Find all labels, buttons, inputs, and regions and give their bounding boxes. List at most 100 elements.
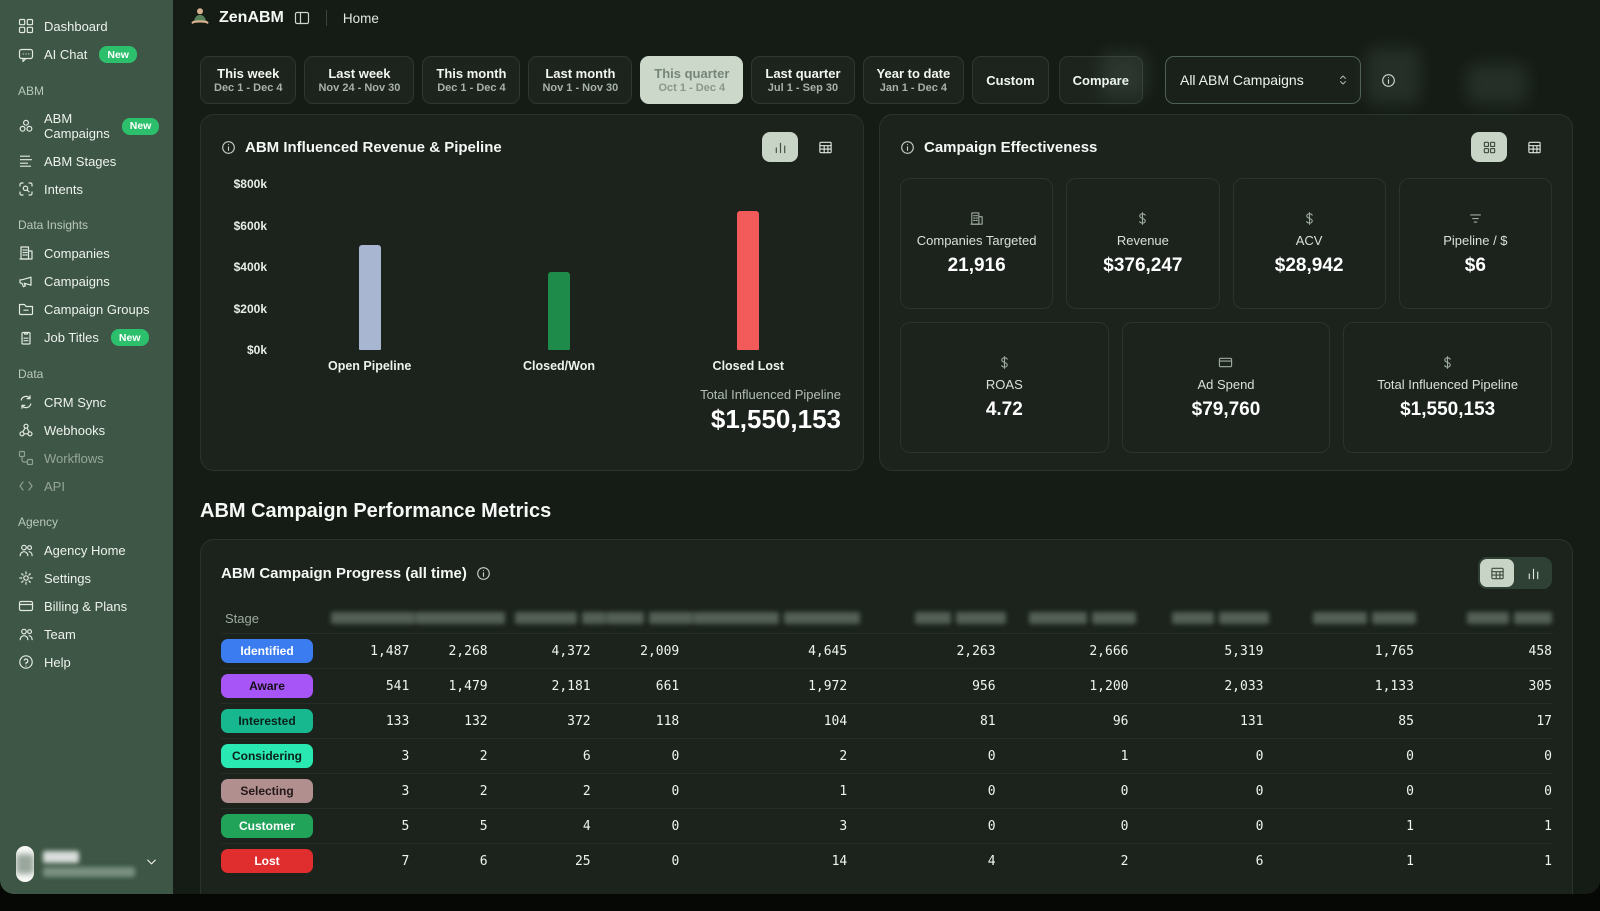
sidebar-item-intents[interactable]: Intents bbox=[16, 175, 159, 203]
sidebar-item-billing-plans[interactable]: Billing & Plans bbox=[16, 592, 159, 620]
redacted-text-block bbox=[649, 612, 693, 624]
stages-icon bbox=[18, 153, 34, 169]
sidebar-toggle-icon[interactable] bbox=[294, 10, 310, 26]
filter-this-quarter[interactable]: This quarterOct 1 - Dec 4 bbox=[640, 56, 743, 104]
metric-value: $1,550,153 bbox=[1400, 399, 1495, 421]
filter-last-week[interactable]: Last weekNov 24 - Nov 30 bbox=[304, 56, 414, 104]
filter-label: Custom bbox=[986, 73, 1034, 88]
filter-this-week[interactable]: This weekDec 1 - Dec 4 bbox=[200, 56, 296, 104]
brand-name: ZenABM bbox=[219, 9, 284, 27]
redacted-column-header bbox=[1136, 612, 1269, 624]
filter-label: This month bbox=[436, 66, 506, 81]
table-view-toggle[interactable] bbox=[807, 132, 843, 162]
stage-badge-interested[interactable]: Interested bbox=[221, 709, 313, 733]
chart-category-closed-won: Closed/Won bbox=[464, 184, 653, 373]
sidebar-item-campaigns[interactable]: Campaigns bbox=[16, 267, 159, 295]
revenue-pipeline-card: ABM Influenced Revenue & Pipeline $800k$… bbox=[200, 114, 864, 471]
filter-range: Dec 1 - Dec 4 bbox=[214, 82, 282, 94]
redacted-text-block bbox=[1219, 612, 1269, 624]
sidebar-item-label: Settings bbox=[44, 571, 91, 586]
bar-closed-lost[interactable] bbox=[737, 211, 759, 350]
stage-badge-selecting[interactable]: Selecting bbox=[221, 779, 313, 803]
metric-value: 4.72 bbox=[986, 399, 1023, 421]
filter-last-month[interactable]: Last monthNov 1 - Nov 30 bbox=[528, 56, 632, 104]
table-cell-value: 305 bbox=[1414, 679, 1552, 694]
stage-badge-aware[interactable]: Aware bbox=[221, 674, 313, 698]
filter-info-icon[interactable] bbox=[1381, 56, 1396, 104]
chart-total: Total Influenced Pipeline $1,550,153 bbox=[221, 387, 843, 435]
sidebar-item-abm-stages[interactable]: ABM Stages bbox=[16, 147, 159, 175]
filter-this-month[interactable]: This monthDec 1 - Dec 4 bbox=[422, 56, 520, 104]
sidebar-item-label: Webhooks bbox=[44, 423, 105, 438]
table-row-customer: Customer5540300011 bbox=[221, 808, 1552, 843]
grid-view-toggle[interactable] bbox=[1471, 132, 1507, 162]
sidebar-item-label: Help bbox=[44, 655, 71, 670]
sidebar-item-workflows[interactable]: Workflows bbox=[16, 444, 159, 472]
info-icon[interactable] bbox=[476, 566, 491, 581]
sidebar-item-label: Job Titles bbox=[44, 330, 99, 345]
chart-view-toggle[interactable] bbox=[762, 132, 798, 162]
table-view-toggle[interactable] bbox=[1516, 132, 1552, 162]
table-cell-value: 5 bbox=[409, 819, 487, 834]
sidebar-item-webhooks[interactable]: Webhooks bbox=[16, 416, 159, 444]
sidebar-item-companies[interactable]: Companies bbox=[16, 239, 159, 267]
table-cell-value: 6 bbox=[1129, 854, 1264, 869]
table-cell-value: 0 bbox=[996, 784, 1129, 799]
filter-year-to-date[interactable]: Year to dateJan 1 - Dec 4 bbox=[863, 56, 965, 104]
sidebar-item-api[interactable]: API bbox=[16, 472, 159, 500]
bar-open-pipeline[interactable] bbox=[359, 245, 381, 350]
redacted-text-block bbox=[606, 612, 644, 624]
info-icon[interactable] bbox=[221, 140, 236, 155]
nav-home[interactable]: Home bbox=[343, 11, 379, 26]
table-cell-value: 1 bbox=[996, 749, 1129, 764]
avatar bbox=[16, 846, 34, 882]
stage-badge-cell: Customer bbox=[221, 814, 331, 838]
bar-closed-won[interactable] bbox=[548, 272, 570, 350]
chevron-down-icon[interactable] bbox=[144, 854, 159, 874]
sidebar-item-team[interactable]: Team bbox=[16, 620, 159, 648]
stage-badge-considering[interactable]: Considering bbox=[221, 744, 313, 768]
sidebar-item-label: CRM Sync bbox=[44, 395, 106, 410]
metric-roas: ROAS4.72 bbox=[900, 322, 1109, 453]
bar-category-label: Open Pipeline bbox=[328, 359, 411, 373]
sidebar-item-settings[interactable]: Settings bbox=[16, 564, 159, 592]
table-cell-value: 3 bbox=[679, 819, 847, 834]
filter-last-quarter[interactable]: Last quarterJul 1 - Sep 30 bbox=[751, 56, 854, 104]
table-chart-toggle-group bbox=[1478, 557, 1552, 589]
sidebar-item-label: Dashboard bbox=[44, 19, 108, 34]
redacted-text-block bbox=[331, 612, 415, 624]
campaign-select[interactable]: All ABM Campaigns bbox=[1165, 56, 1361, 104]
idcard-icon bbox=[18, 330, 34, 346]
filter-range: Nov 1 - Nov 30 bbox=[542, 82, 618, 94]
sidebar-item-crm-sync[interactable]: CRM Sync bbox=[16, 388, 159, 416]
filter-compare[interactable]: Compare bbox=[1059, 56, 1143, 104]
sidebar-item-job-titles[interactable]: Job TitlesNew bbox=[16, 323, 159, 352]
chart-view-toggle[interactable] bbox=[1516, 559, 1550, 587]
sidebar-user-menu[interactable] bbox=[16, 836, 159, 882]
table-cell-value: 1,972 bbox=[679, 679, 847, 694]
card-icon bbox=[1218, 355, 1233, 370]
chart-category-closed-lost: Closed Lost bbox=[654, 184, 843, 373]
metrics-row-2: ROAS4.72Ad Spend$79,760Total Influenced … bbox=[900, 322, 1552, 453]
filter-custom[interactable]: Custom bbox=[972, 56, 1048, 104]
table-cell-value: 2,181 bbox=[488, 679, 591, 694]
redacted-text-block bbox=[415, 612, 505, 624]
sidebar-item-campaign-groups[interactable]: Campaign Groups bbox=[16, 295, 159, 323]
sidebar-item-help[interactable]: Help bbox=[16, 648, 159, 676]
sidebar-item-abm-campaigns[interactable]: ABM CampaignsNew bbox=[16, 105, 159, 147]
sidebar-item-label: Workflows bbox=[44, 451, 104, 466]
stage-badge-customer[interactable]: Customer bbox=[221, 814, 313, 838]
stage-badge-identified[interactable]: Identified bbox=[221, 639, 313, 663]
sidebar-item-ai-chat[interactable]: AI ChatNew bbox=[16, 40, 159, 69]
table-cell-value: 1 bbox=[1414, 854, 1552, 869]
total-pipeline-value: $1,550,153 bbox=[221, 404, 841, 435]
campaign-select-value: All ABM Campaigns bbox=[1180, 72, 1304, 88]
table-view-toggle[interactable] bbox=[1480, 559, 1514, 587]
sidebar-item-dashboard[interactable]: Dashboard bbox=[16, 12, 159, 40]
sidebar-item-agency-home[interactable]: Agency Home bbox=[16, 536, 159, 564]
table-cell-value: 0 bbox=[1129, 784, 1264, 799]
metric-label: Pipeline / $ bbox=[1443, 233, 1507, 248]
info-icon[interactable] bbox=[900, 140, 915, 155]
effectiveness-card-title: Campaign Effectiveness bbox=[924, 139, 1097, 156]
stage-badge-lost[interactable]: Lost bbox=[221, 849, 313, 873]
